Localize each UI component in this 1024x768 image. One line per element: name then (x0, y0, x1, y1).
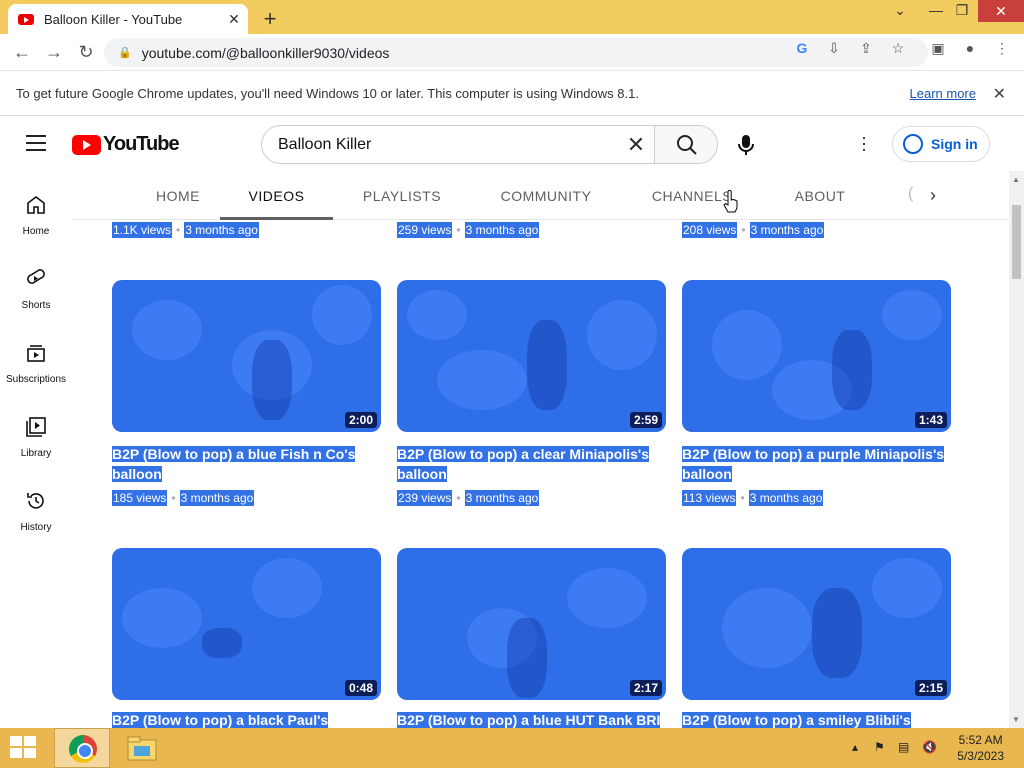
taskbar-clock[interactable]: 5:52 AM 5/3/2023 (957, 732, 1004, 764)
youtube-favicon-icon (18, 13, 34, 25)
tab-community[interactable]: COMMUNITY (486, 171, 606, 220)
tab-search-icon[interactable]: ⌄ (884, 2, 916, 19)
video-thumbnail[interactable]: 2:00 (112, 280, 381, 432)
back-arrow-icon[interactable]: ← (10, 41, 34, 63)
tab-playlists[interactable]: PLAYLISTS (342, 171, 462, 220)
browser-titlebar: Balloon Killer - YouTube ✕ + ⌄ — ❐ ✕ (0, 0, 1024, 34)
guide-item-shorts[interactable]: Shorts (0, 267, 72, 311)
restore-button[interactable]: ❐ (946, 2, 978, 19)
video-title-link[interactable]: B2P (Blow to pop) a blue HUT Bank BRI (397, 710, 666, 728)
chrome-icon (69, 735, 97, 763)
search-icon (677, 135, 697, 155)
infobar-close-icon[interactable]: ✕ (993, 84, 1006, 104)
tab-search-partial-icon: ( (908, 185, 914, 202)
action-center-flag-icon[interactable]: ⚑ (874, 740, 885, 754)
network-icon[interactable]: ▤ (898, 740, 909, 754)
lock-icon: 🔒 (118, 47, 132, 59)
guide-menu-icon[interactable] (26, 135, 46, 156)
video-title-link[interactable]: B2P (Blow to pop) a black Paul's (112, 710, 381, 728)
account-icon (903, 134, 923, 154)
tray-expand-icon[interactable]: ▴ (852, 740, 858, 754)
youtube-logo[interactable]: YouTube (72, 133, 180, 156)
video-duration: 2:59 (629, 412, 662, 428)
hand-cursor-icon (723, 190, 738, 213)
scrollbar-thumb[interactable] (1012, 205, 1021, 279)
side-panel-icon[interactable]: ▣ (928, 40, 948, 57)
shorts-icon (27, 269, 45, 284)
clear-search-icon[interactable]: ✕ (618, 132, 654, 158)
browser-tab[interactable]: Balloon Killer - YouTube ✕ (8, 4, 248, 34)
new-tab-button[interactable]: + (258, 6, 282, 32)
video-meta: 1.1K views • 3 months ago (112, 222, 259, 238)
tabs-next-chevron-icon[interactable]: › (930, 185, 936, 206)
subscriptions-icon (27, 345, 45, 362)
windows-start-icon[interactable] (10, 736, 38, 760)
guide-item-history[interactable]: History (0, 489, 72, 533)
video-meta: 259 views • 3 months ago (397, 222, 540, 238)
home-icon (27, 196, 45, 214)
video-title-link[interactable]: B2P (Blow to pop) a smiley Blibli's (682, 710, 951, 728)
clock-time: 5:52 AM (958, 733, 1003, 747)
reload-icon[interactable]: ↻ (74, 41, 98, 63)
install-icon[interactable]: ⇩ (824, 40, 844, 57)
settings-kebab-icon[interactable]: · · · (858, 128, 870, 158)
video-duration: 2:17 (629, 680, 662, 696)
file-explorer-icon[interactable] (126, 734, 158, 762)
youtube-play-icon (72, 134, 101, 155)
infobar-text: To get future Google Chrome updates, you… (16, 86, 639, 101)
video-thumbnail[interactable]: 2:17 (397, 548, 666, 700)
scroll-up-icon[interactable]: ▲ (1012, 175, 1020, 184)
page-scrollbar[interactable]: ▲ ▼ (1009, 171, 1024, 728)
tab-title: Balloon Killer - YouTube (44, 11, 183, 27)
tab-about[interactable]: ABOUT (760, 171, 880, 220)
forward-arrow-icon[interactable]: → (42, 41, 66, 63)
bookmark-star-icon[interactable]: ☆ (888, 40, 908, 57)
share-icon[interactable]: ⇪ (856, 40, 876, 57)
update-infobar: To get future Google Chrome updates, you… (0, 72, 1024, 116)
windows-taskbar: ▴ ⚑ ▤ 🔇 5:52 AM 5/3/2023 (0, 728, 1024, 768)
taskbar-chrome-button[interactable] (54, 728, 110, 768)
volume-muted-icon[interactable]: 🔇 (922, 740, 937, 754)
guide-sidebar: Home Shorts Subscriptions Library Histor… (0, 171, 72, 728)
guide-item-home[interactable]: Home (0, 193, 72, 237)
profile-icon[interactable]: ● (960, 40, 980, 56)
sign-in-button[interactable]: Sign in (892, 126, 990, 162)
search-value: Balloon Killer (278, 135, 372, 153)
video-thumbnail[interactable]: 0:48 (112, 548, 381, 700)
video-thumbnail[interactable]: 2:15 (682, 548, 951, 700)
video-duration: 2:00 (344, 412, 377, 428)
video-title-link[interactable]: B2P (Blow to pop) a clear Miniapolis's ba… (397, 444, 666, 484)
browser-toolbar: ← → ↻ 🔒 youtube.com/@balloonkiller9030/v… (0, 34, 1024, 71)
scroll-down-icon[interactable]: ▼ (1012, 715, 1020, 724)
video-meta: 113 views • 3 months ago (682, 490, 824, 506)
url-text: youtube.com/@balloonkiller9030/videos (141, 44, 390, 61)
close-window-button[interactable]: ✕ (978, 0, 1024, 22)
microphone-icon[interactable] (734, 133, 758, 157)
video-title-link[interactable]: B2P (Blow to pop) a purple Miniapolis's b… (682, 444, 951, 484)
history-icon (27, 493, 44, 509)
channel-tabs: HOME VIDEOS PLAYLISTS COMMUNITY CHANNELS… (72, 171, 1009, 220)
tab-videos[interactable]: VIDEOS (220, 171, 333, 220)
guide-item-subscriptions[interactable]: Subscriptions (0, 341, 72, 385)
videos-grid: 1.1K views • 3 months ago 259 views • 3 mont… (72, 220, 1009, 728)
library-icon (26, 417, 46, 437)
video-meta: 185 views • 3 months ago (112, 490, 255, 506)
video-meta: 208 views • 3 months ago (682, 222, 825, 238)
google-icon[interactable]: G (792, 40, 812, 56)
video-thumbnail[interactable]: 1:43 (682, 280, 951, 432)
video-duration: 0:48 (344, 680, 377, 696)
youtube-masthead: YouTube Balloon Killer ✕ · · · Sign in (0, 117, 1009, 171)
clock-date: 5/3/2023 (957, 749, 1004, 763)
video-duration: 2:15 (914, 680, 947, 696)
search-button[interactable] (654, 125, 718, 164)
video-title-link[interactable]: B2P (Blow to pop) a blue Fish n Co's ball… (112, 444, 381, 484)
video-meta: 239 views • 3 months ago (397, 490, 540, 506)
tab-close-icon[interactable]: ✕ (224, 11, 244, 28)
search-input[interactable]: Balloon Killer ✕ (261, 125, 655, 164)
video-duration: 1:43 (914, 412, 947, 428)
guide-item-library[interactable]: Library (0, 415, 72, 459)
chrome-menu-icon[interactable]: ⋮ (992, 40, 1012, 57)
learn-more-link[interactable]: Learn more (910, 86, 976, 101)
video-thumbnail[interactable]: 2:59 (397, 280, 666, 432)
